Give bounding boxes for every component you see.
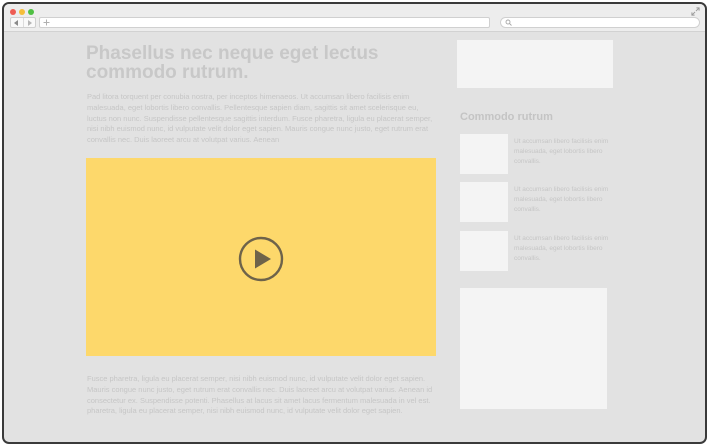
sidebar-list-item[interactable]: Ut accumsan libero facilisis enim malesu… bbox=[460, 231, 610, 271]
sidebar-item-text: Ut accumsan libero facilisis enim malesu… bbox=[514, 235, 609, 262]
maximize-window-button[interactable] bbox=[28, 9, 34, 15]
play-icon[interactable] bbox=[238, 236, 284, 282]
back-icon bbox=[14, 19, 19, 26]
plus-icon[interactable] bbox=[43, 19, 50, 26]
article-intro: Pad litora torquent per conubia nostra, … bbox=[87, 92, 433, 145]
expand-icon[interactable] bbox=[691, 7, 700, 16]
sidebar-heading: Commodo rutrum bbox=[460, 111, 553, 123]
browser-toolbar bbox=[4, 4, 705, 32]
thumbnail-placeholder bbox=[460, 134, 508, 174]
sidebar-item-text: Ut accumsan libero facilisis enim malesu… bbox=[514, 138, 609, 165]
thumbnail-placeholder bbox=[460, 182, 508, 222]
sidebar-banner-placeholder bbox=[457, 40, 613, 88]
search-input[interactable] bbox=[500, 17, 700, 28]
forward-button[interactable] bbox=[22, 18, 36, 27]
sidebar-list-item[interactable]: Ut accumsan libero facilisis enim malesu… bbox=[460, 134, 610, 174]
video-player[interactable] bbox=[86, 158, 436, 356]
forward-icon bbox=[27, 19, 32, 26]
sidebar-item-text: Ut accumsan libero facilisis enim malesu… bbox=[514, 186, 609, 213]
close-window-button[interactable] bbox=[10, 9, 16, 15]
article-body: Fusce pharetra, ligula eu placerat sempe… bbox=[87, 374, 433, 416]
back-button[interactable] bbox=[11, 18, 23, 27]
sidebar-list-item[interactable]: Ut accumsan libero facilisis enim malesu… bbox=[460, 182, 610, 222]
search-icon bbox=[505, 19, 512, 26]
thumbnail-placeholder bbox=[460, 231, 508, 271]
address-bar[interactable] bbox=[39, 17, 490, 28]
sidebar-widget-placeholder bbox=[460, 288, 607, 409]
article-title: Phasellus nec neque eget lectus commodo … bbox=[86, 43, 379, 83]
minimize-window-button[interactable] bbox=[19, 9, 25, 15]
navigation-buttons bbox=[10, 17, 36, 28]
